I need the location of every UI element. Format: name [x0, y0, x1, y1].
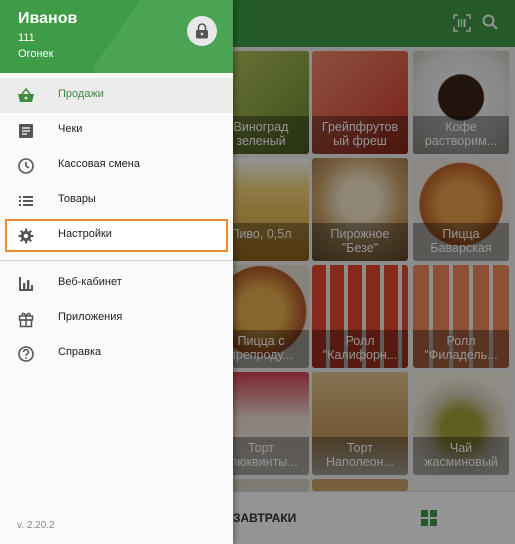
help-icon: [17, 345, 35, 363]
user-name: Иванов: [18, 10, 78, 27]
menu-item-web-cabinet[interactable]: Веб-кабинет: [0, 266, 233, 301]
user-id: 111: [18, 32, 35, 44]
menu-item-label: Продажи: [58, 88, 104, 100]
menu-item-label: Справка: [58, 346, 102, 358]
store-name: Огонек: [18, 48, 54, 60]
gift-icon: [17, 310, 35, 328]
menu-divider: [0, 260, 233, 261]
lock-button[interactable]: [187, 16, 217, 46]
clock-icon: [17, 157, 35, 175]
lock-icon: [196, 23, 208, 39]
menu-item-label: Кассовая смена: [58, 158, 140, 170]
gear-icon: [17, 227, 35, 245]
list-icon: [17, 192, 35, 210]
basket-icon: [17, 87, 35, 105]
app-version: v. 2.20.2: [17, 520, 55, 531]
drawer-header: Иванов 111 Огонек: [0, 0, 233, 73]
menu-item-label: Приложения: [58, 311, 123, 323]
menu-item-receipts[interactable]: Чеки: [0, 113, 233, 148]
menu-item-cash-shift[interactable]: Кассовая смена: [0, 148, 233, 183]
navigation-drawer: Иванов 111 Огонек Продажи Чеки Кассовая …: [0, 0, 233, 544]
menu-item-apps[interactable]: Приложения: [0, 301, 233, 336]
menu-item-sales[interactable]: Продажи: [0, 78, 233, 113]
menu-item-label: Товары: [58, 193, 96, 205]
menu-item-label: Настройки: [58, 228, 112, 240]
receipt-icon: [17, 122, 35, 140]
bar-chart-icon: [17, 275, 35, 293]
menu-item-settings[interactable]: Настройки: [0, 218, 233, 253]
menu-item-help[interactable]: Справка: [0, 336, 233, 371]
menu-item-label: Чеки: [58, 123, 83, 135]
menu-item-label: Веб-кабинет: [58, 276, 122, 288]
menu-item-products[interactable]: Товары: [0, 183, 233, 218]
